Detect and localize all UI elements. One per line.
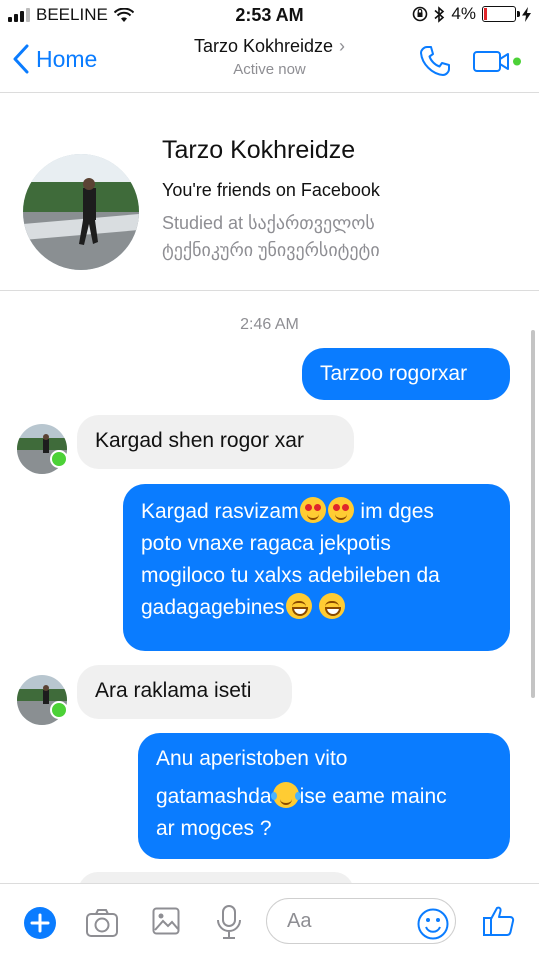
- online-indicator: [50, 450, 68, 468]
- message-text: poto vnaxe ragaca jekpotis: [141, 532, 391, 555]
- message-text: Kargad shen rogor xar: [95, 429, 304, 452]
- thumbs-up-icon[interactable]: [482, 904, 516, 938]
- message-text: Tarzoo rogorxar: [320, 362, 468, 385]
- grinning-emoji-icon: [285, 593, 312, 619]
- message-text: im dges: [360, 500, 434, 523]
- tears-of-joy-emoji-icon: [270, 782, 301, 808]
- contact-title-button[interactable]: Tarzo Kokhreidze › Active now: [0, 36, 539, 78]
- message-text: gadagagebines: [141, 596, 285, 619]
- message-bubble-outgoing[interactable]: Anu aperistoben vito gatamashda ise eame …: [138, 733, 510, 859]
- microphone-icon[interactable]: [216, 904, 242, 940]
- active-status: Active now: [233, 61, 306, 78]
- orientation-lock-icon: [413, 6, 428, 22]
- camera-icon[interactable]: [85, 908, 119, 938]
- heart-eyes-emoji-icon: [327, 497, 354, 523]
- message-text: ise eame mainc: [299, 785, 447, 808]
- message-input-placeholder: Aa: [287, 910, 312, 932]
- message-bubble-outgoing[interactable]: Kargad rasvizam im dges poto vnaxe ragac…: [123, 484, 510, 651]
- photo-gallery-icon[interactable]: [152, 907, 180, 935]
- grinning-emoji-icon: [319, 593, 346, 619]
- message-text: Kargad rasvizam: [141, 500, 299, 523]
- avatar-photo: [23, 154, 139, 270]
- contact-name: Tarzo Kokhreidze: [193, 36, 334, 56]
- composer-toolbar: Aa: [0, 883, 539, 961]
- message-text: Anu aperistoben vito: [156, 747, 348, 770]
- message-bubble-outgoing[interactable]: Tarzoo rogorxar: [302, 348, 510, 400]
- friend-status: You're friends on Facebook: [162, 180, 380, 200]
- phone-call-icon[interactable]: [418, 44, 452, 78]
- battery-icon: [482, 6, 520, 22]
- message-bubble-incoming[interactable]: Ara raklama iseti: [77, 665, 292, 719]
- message-text: gatamashda: [156, 785, 272, 808]
- emoji-icon[interactable]: [417, 908, 449, 940]
- status-right: 4%: [412, 4, 531, 24]
- charging-bolt-icon: [522, 6, 531, 22]
- education-info: Studied at საქართველოს ტექნიკური უნივერს…: [162, 213, 380, 260]
- video-call-button[interactable]: [472, 48, 524, 79]
- heart-eyes-emoji-icon: [299, 497, 326, 523]
- scrollbar[interactable]: [531, 330, 535, 698]
- profile-name: Tarzo Kokhreidze: [162, 136, 356, 164]
- message-bubble-incoming[interactable]: Kargad shen rogor xar: [77, 415, 354, 469]
- battery-percent: 4%: [451, 4, 476, 23]
- bluetooth-icon: [434, 5, 445, 23]
- status-bar: BEELINE 2:53 AM 4%: [0, 0, 539, 30]
- message-text: Ara raklama iseti: [95, 679, 252, 702]
- message-text: mogiloco tu xalxs adebileben da: [141, 564, 440, 587]
- message-text: ar mogces ?: [156, 817, 272, 840]
- chevron-right-icon: ›: [339, 36, 346, 56]
- online-indicator: [50, 701, 68, 719]
- video-camera-icon: [473, 51, 521, 72]
- contact-avatar-large[interactable]: [23, 154, 139, 270]
- contact-profile-card: Tarzo Kokhreidze You're friends on Faceb…: [0, 92, 539, 291]
- conversation-header: Home Tarzo Kokhreidze › Active now: [0, 30, 539, 93]
- plus-button[interactable]: [23, 906, 57, 940]
- message-timestamp: 2:46 AM: [240, 316, 299, 333]
